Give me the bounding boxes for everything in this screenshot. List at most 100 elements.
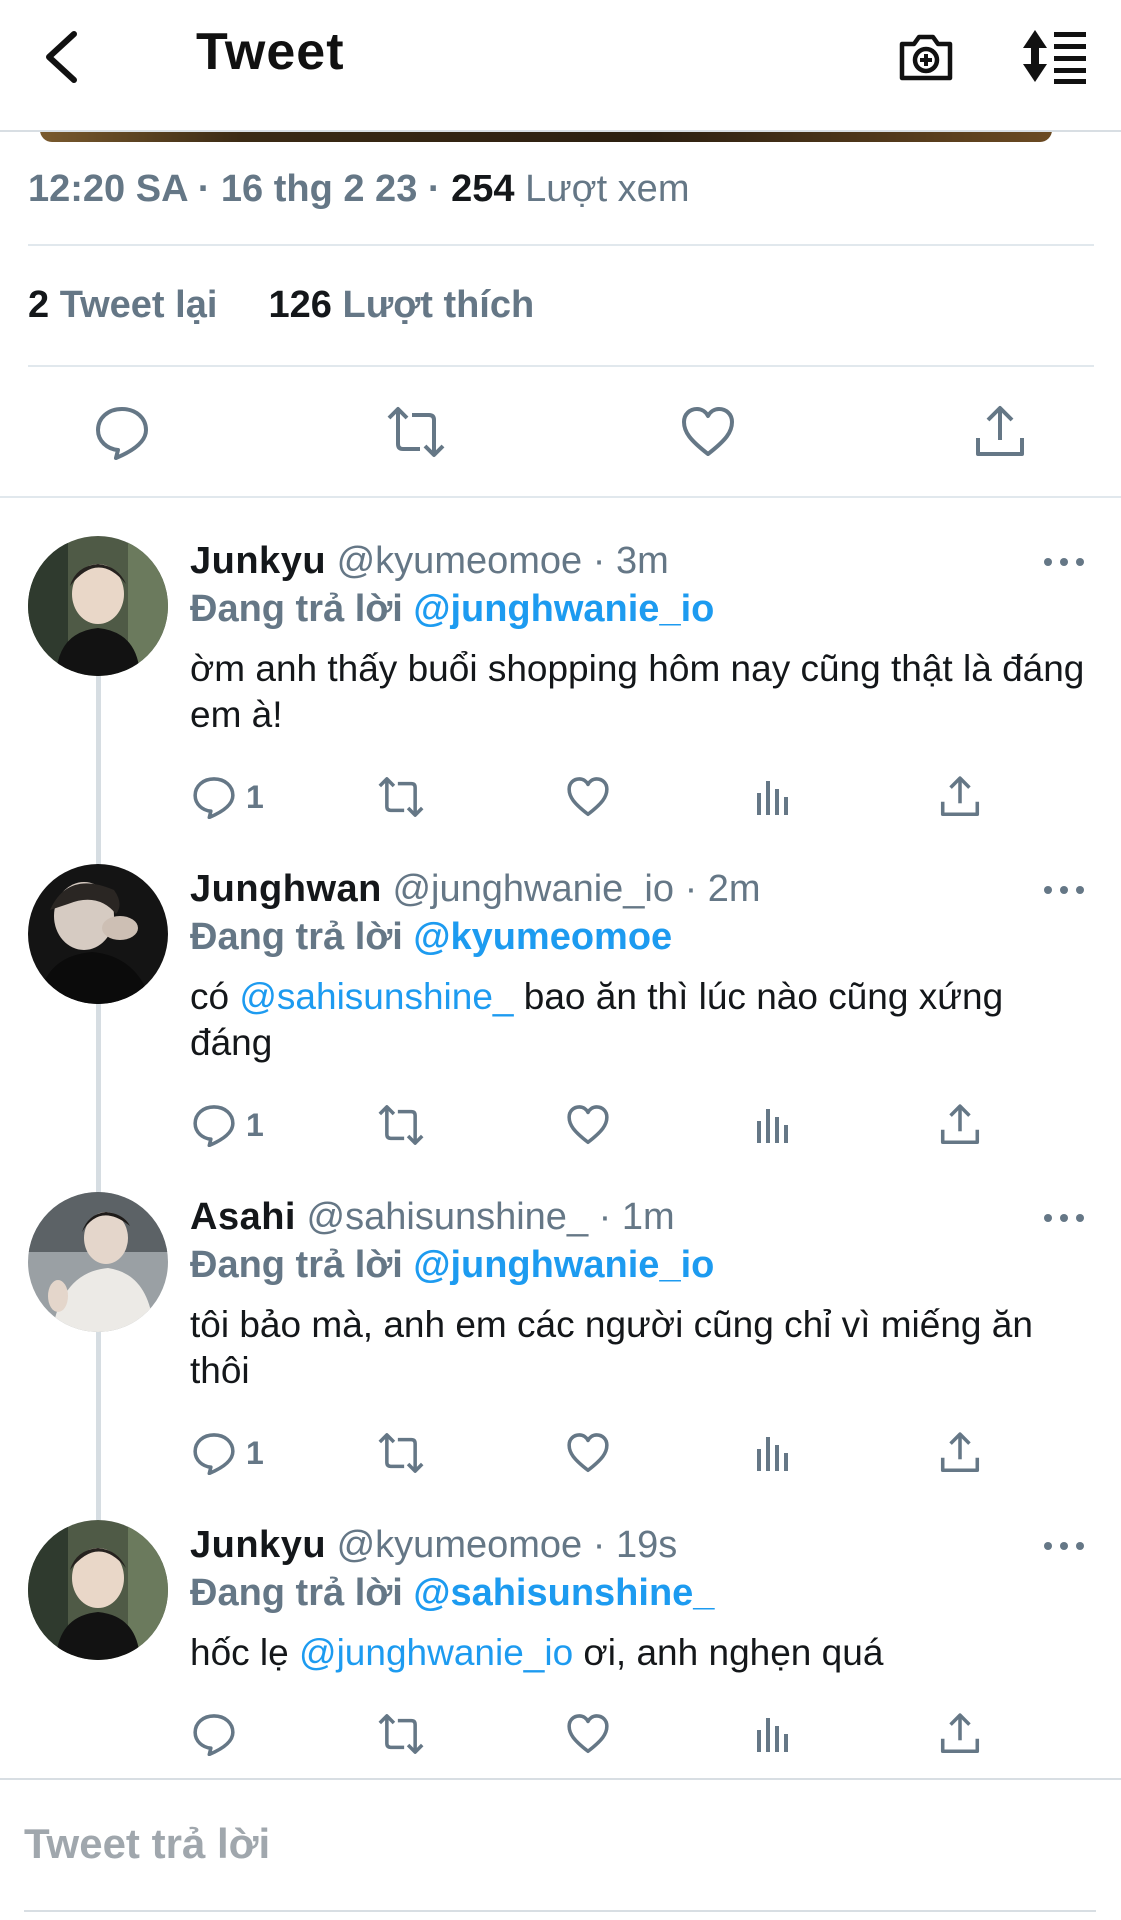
retweets-stat[interactable]: 2 Tweet lại [28,284,217,326]
retweet-button[interactable] [376,1103,426,1147]
user-handle[interactable]: @sahisunshine_ [307,1196,589,1238]
reply-icon [193,777,235,819]
display-name[interactable]: Junkyu [190,540,326,582]
replying-to: Đang trả lời @kyumeomoe [190,916,673,958]
share-button[interactable] [938,1712,982,1756]
user-handle[interactable]: @junghwanie_io [392,868,674,910]
replying-to-handle[interactable]: @junghwanie_io [413,1244,714,1286]
reply-header: Junkyu @kyumeomoe · 19s [190,1524,678,1566]
more-options-button[interactable] [1044,1536,1084,1556]
reply-button[interactable] [94,404,150,460]
views-label: Lượt xem [525,168,690,210]
camera-button[interactable] [896,26,956,86]
likes-stat[interactable]: 126 Lượt thích [269,284,535,326]
reply-time: 1m [621,1196,675,1238]
reply-button[interactable] [192,1712,246,1756]
display-name[interactable]: Junkyu [190,1524,326,1566]
replying-to-handle[interactable]: @sahisunshine_ [413,1572,714,1614]
share-button[interactable] [938,1431,982,1475]
divider [0,1778,1121,1780]
more-options-button[interactable] [1044,1208,1084,1228]
divider [24,1910,1096,1912]
reply-count: 1 [246,778,264,815]
display-name[interactable]: Asahi [190,1196,296,1238]
like-button[interactable] [566,1103,610,1147]
reply-compose-input[interactable]: Tweet trả lời [24,1820,270,1868]
heart-icon [682,407,734,456]
more-options-button[interactable] [1044,552,1084,572]
camera-plus-icon [899,34,953,81]
reply-icon [193,1714,235,1756]
share-button[interactable] [938,1103,982,1147]
analytics-icon [757,1718,788,1752]
reply-action-bar: 1 [190,775,1090,819]
share-button[interactable] [972,404,1028,460]
chevron-left-icon [46,31,77,83]
analytics-button[interactable] [754,1712,794,1756]
reply-text: có @sahisunshine_ bao ăn thì lúc nào cũn… [190,976,1004,1063]
share-icon [940,1713,980,1754]
avatar[interactable] [28,1520,168,1660]
display-name[interactable]: Junghwan [190,868,382,910]
avatar[interactable] [28,536,168,676]
replying-to: Đang trả lời @sahisunshine_ [190,1572,715,1614]
mention-link[interactable]: @sahisunshine_ [239,976,513,1017]
heart-icon [567,1714,609,1754]
like-button[interactable] [680,404,736,460]
like-button[interactable] [566,1712,610,1756]
avatar[interactable] [28,1192,168,1332]
reply-header: Junkyu @kyumeomoe · 3m [190,540,669,582]
like-button[interactable] [566,1431,610,1475]
analytics-button[interactable] [754,1431,794,1475]
replying-to-handle[interactable]: @kyumeomoe [413,916,672,958]
reply-text: ờm anh thấy buổi shopping hôm nay cũng t… [190,648,1085,735]
more-options-button[interactable] [1044,880,1084,900]
analytics-icon [757,1109,788,1143]
retweet-button[interactable] [376,1431,426,1475]
share-icon [940,1432,980,1473]
mention-link[interactable]: @junghwanie_io [299,1632,573,1673]
retweet-icon [387,407,445,457]
heart-icon [567,1105,609,1145]
reply-count: 1 [246,1106,264,1143]
avatar-photo [28,1520,168,1660]
analytics-button[interactable] [754,1103,794,1147]
reply-count: 1 [246,1434,264,1471]
reply-time: 3m [615,540,669,582]
avatar[interactable] [28,864,168,1004]
share-icon [940,1104,980,1145]
retweet-button[interactable] [376,1712,426,1756]
reply-button[interactable]: 1 [192,1103,264,1147]
reply-icon [193,1433,235,1475]
analytics-icon [757,781,788,815]
analytics-icon [757,1437,788,1471]
reply-text: tôi bảo mà, anh em các người cũng chỉ vì… [190,1304,1033,1391]
tweet-date: 16 thg 2 23 [220,168,418,210]
back-button[interactable] [38,28,84,86]
reply-action-bar [190,1712,1090,1756]
tweet-stats: 2 Tweet lại 126 Lượt thích [28,284,534,327]
reply-time: 19s [615,1524,678,1566]
reply-icon [193,1105,235,1147]
analytics-button[interactable] [754,775,794,819]
share-icon [976,406,1024,456]
retweet-button[interactable] [386,404,445,460]
user-handle[interactable]: @kyumeomoe [337,1524,583,1566]
divider [0,496,1121,498]
reply-action-bar: 1 [190,1431,1090,1475]
replying-to-handle[interactable]: @junghwanie_io [413,588,714,630]
sort-button[interactable] [1020,26,1090,86]
avatar-photo [28,864,168,1004]
divider [28,365,1094,367]
user-handle[interactable]: @kyumeomoe [337,540,583,582]
heart-icon [567,777,609,817]
avatar-photo [28,1192,168,1332]
like-button[interactable] [566,775,610,819]
reply-button[interactable]: 1 [192,1431,264,1475]
tweet-action-bar [0,404,1121,460]
reply-text: hốc lẹ @junghwanie_io ơi, anh nghẹn quá [190,1632,884,1673]
retweet-button[interactable] [376,775,426,819]
reply-button[interactable]: 1 [192,775,264,819]
retweet-icon [378,1714,424,1754]
share-button[interactable] [938,775,982,819]
